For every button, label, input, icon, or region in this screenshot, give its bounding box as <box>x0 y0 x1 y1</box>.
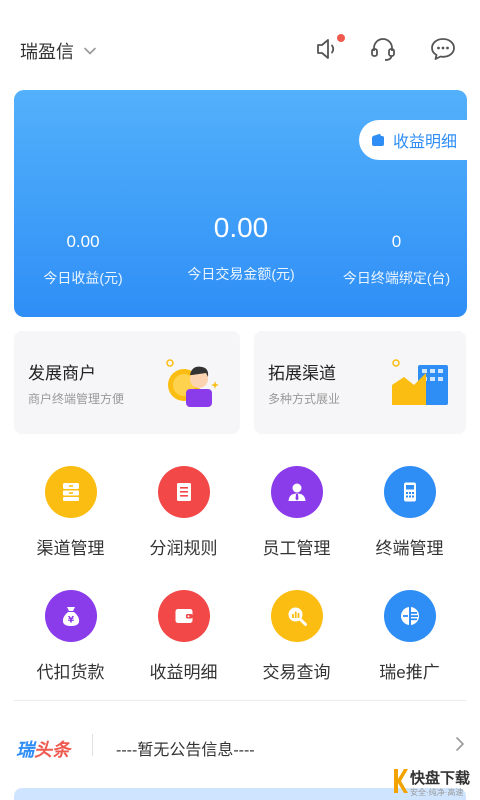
stat-today-income: 0.00 今日收益(元) <box>28 232 138 288</box>
promo-subtitle: 多种方式展业 <box>268 392 341 406</box>
watermark-subtitle: 安全·纯净·高速 <box>410 788 464 797</box>
chat-icon <box>431 38 455 60</box>
org-name: 瑞盈信 <box>20 42 74 62</box>
stat-label: 今日收益(元) <box>43 270 123 286</box>
watermark-title: 快盘下载 <box>410 770 471 787</box>
stat-label: 今日交易金额(元) <box>187 266 295 282</box>
profit-rules-item[interactable]: 分润规则 <box>127 466 240 559</box>
news-separator <box>92 734 93 756</box>
income-detail-button[interactable]: 收益明细 <box>359 120 467 160</box>
grid-item-label: 终端管理 <box>375 539 444 558</box>
grid-item-label: 收益明细 <box>149 663 218 682</box>
grid-item-label: 代扣货款 <box>36 663 105 682</box>
money-bag-icon: ¥ <box>44 590 97 642</box>
grid-item-label: 交易查询 <box>262 663 331 682</box>
messages-button[interactable] <box>428 34 458 64</box>
merchant-illustration-icon <box>166 359 219 407</box>
employee-icon <box>270 466 323 518</box>
promotion-item[interactable]: 瑞e推广 <box>353 590 466 683</box>
promo-title: 拓展渠道 <box>268 364 336 383</box>
employee-management-item[interactable]: 员工管理 <box>240 466 353 559</box>
channel-management-item[interactable]: 渠道管理 <box>14 466 127 559</box>
develop-merchant-card[interactable]: 发展商户 商户终端管理方便 <box>14 331 240 434</box>
speaker-button[interactable] <box>313 34 345 64</box>
headset-icon <box>371 38 395 61</box>
grid-item-label: 员工管理 <box>262 539 331 558</box>
channel-illustration-icon <box>392 359 448 405</box>
top-bar: 瑞盈信 <box>0 0 480 90</box>
wallet-icon <box>371 133 384 146</box>
drawer-icon <box>44 466 97 518</box>
promo-title: 发展商户 <box>28 364 96 383</box>
grid-item-label: 渠道管理 <box>36 539 105 558</box>
logo-icon <box>394 769 408 793</box>
stat-today-terminals: 0 今日终端绑定(台) <box>339 232 454 288</box>
income-detail-item[interactable]: 收益明细 <box>127 590 240 683</box>
org-selector[interactable]: 瑞盈信 <box>20 38 98 64</box>
stat-value: 0.00 <box>66 232 100 251</box>
income-detail-label: 收益明细 <box>392 134 457 151</box>
terminal-management-item[interactable]: 终端管理 <box>353 466 466 559</box>
svg-text:¥: ¥ <box>67 616 74 626</box>
promotion-icon <box>383 590 436 642</box>
news-brand-logo: 瑞头条 <box>16 740 70 760</box>
grid-item-label: 分润规则 <box>149 539 218 558</box>
notification-dot <box>337 34 345 42</box>
stat-today-volume: 0.00 今日交易金额(元) <box>166 212 316 284</box>
chevron-down-icon <box>84 47 96 55</box>
search-chart-icon <box>270 590 323 642</box>
expand-channel-card[interactable]: 拓展渠道 多种方式展业 <box>254 331 466 434</box>
transaction-query-item[interactable]: 交易查询 <box>240 590 353 683</box>
grid-item-label: 瑞e推广 <box>379 663 440 682</box>
withhold-payment-item[interactable]: ¥ 代扣货款 <box>14 590 127 683</box>
chevron-right-icon <box>456 737 464 751</box>
stat-value: 0 <box>391 232 402 251</box>
stat-value: 0.00 <box>213 212 269 243</box>
document-icon <box>157 466 210 518</box>
promo-subtitle: 商户终端管理方便 <box>28 392 125 406</box>
stat-label: 今日终端绑定(台) <box>342 270 451 286</box>
wallet-icon <box>157 590 210 642</box>
site-watermark: 快盘下载 安全·纯净·高速 <box>392 765 480 800</box>
section-divider <box>14 700 466 701</box>
customer-service-button[interactable] <box>368 34 398 64</box>
news-text: ----暂无公告信息---- <box>116 742 255 759</box>
summary-card: 收益明细 0.00 今日收益(元) 0.00 今日交易金额(元) 0 今日终端绑… <box>14 90 467 317</box>
pos-terminal-icon <box>383 466 436 518</box>
